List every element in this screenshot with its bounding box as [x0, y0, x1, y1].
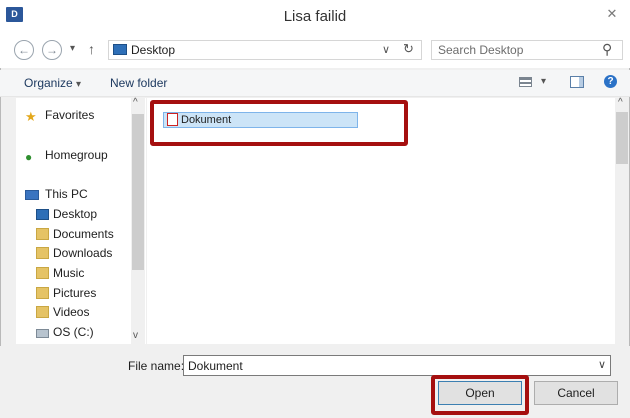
- up-button[interactable]: ↑: [88, 41, 95, 57]
- address-dropdown-button[interactable]: ∨: [382, 43, 390, 56]
- drive-icon: [36, 329, 49, 338]
- sidebar-item-label: Music: [53, 266, 85, 280]
- sidebar-item-label: Homegroup: [45, 148, 108, 162]
- highlight-box-open: [431, 375, 529, 415]
- sidebar-item-label: Downloads: [53, 246, 113, 260]
- sidebar-item-desktop[interactable]: Desktop: [36, 205, 97, 223]
- sidebar-item-label: Documents: [53, 227, 114, 241]
- sidebar-item-documents[interactable]: Documents: [36, 225, 114, 243]
- sidebar-item-homegroup[interactable]: ● Homegroup: [25, 146, 108, 164]
- sidebar-item-this-pc[interactable]: This PC: [25, 185, 88, 203]
- help-icon[interactable]: ?: [604, 75, 617, 88]
- navigation-pane-scroll-down[interactable]: v: [133, 330, 138, 341]
- videos-folder-icon: [36, 306, 49, 318]
- downloads-folder-icon: [36, 247, 49, 259]
- sidebar-item-os-drive[interactable]: OS (C:): [36, 323, 94, 341]
- documents-folder-icon: [36, 228, 49, 240]
- organize-caret-icon: ▾: [76, 79, 82, 90]
- sidebar-item-label: OS (C:): [53, 325, 94, 339]
- computer-icon: [25, 190, 39, 200]
- star-icon: ★: [25, 109, 37, 124]
- command-toolbar: [0, 70, 630, 97]
- file-name-field[interactable]: [183, 355, 611, 376]
- forward-button[interactable]: →: [42, 40, 62, 60]
- search-icon[interactable]: ⚲: [602, 41, 612, 58]
- sidebar-item-pictures[interactable]: Pictures: [36, 284, 96, 302]
- window-title: Lisa failid: [283, 8, 347, 25]
- file-name-value[interactable]: Dokument: [188, 359, 243, 373]
- view-options-icon[interactable]: [519, 77, 532, 87]
- sidebar-item-label: Videos: [53, 305, 90, 319]
- sidebar-item-label: Favorites: [45, 108, 95, 122]
- organize-button[interactable]: Organize ▾: [24, 76, 81, 90]
- file-name-label: File name:: [128, 359, 185, 373]
- file-name-dropdown-button[interactable]: ∨: [598, 358, 606, 371]
- back-button[interactable]: ←: [14, 40, 34, 60]
- desktop-icon: [113, 44, 127, 55]
- highlight-box-file: [150, 100, 408, 146]
- sidebar-item-label: Pictures: [53, 286, 97, 300]
- pictures-folder-icon: [36, 287, 49, 299]
- music-folder-icon: [36, 267, 49, 279]
- sidebar-item-favorites[interactable]: ★ Favorites: [25, 106, 94, 124]
- navigation-pane-scroll-thumb[interactable]: [132, 114, 144, 270]
- close-button[interactable]: ✕: [600, 4, 624, 24]
- sidebar-item-downloads[interactable]: Downloads: [36, 244, 112, 262]
- refresh-button[interactable]: ↻: [403, 41, 414, 57]
- preview-pane-icon[interactable]: [570, 76, 584, 88]
- homegroup-icon: ●: [25, 150, 33, 164]
- navigation-pane-scroll-up[interactable]: ^: [133, 97, 138, 108]
- new-folder-button[interactable]: New folder: [110, 76, 167, 90]
- file-list-scroll-thumb[interactable]: [616, 112, 628, 164]
- cancel-button[interactable]: Cancel: [534, 381, 618, 405]
- desktop-icon: [36, 209, 49, 220]
- sidebar-item-videos[interactable]: Videos: [36, 303, 89, 321]
- file-list-scroll-up[interactable]: ^: [618, 97, 623, 108]
- view-caret-icon[interactable]: ▾: [541, 76, 546, 87]
- sidebar-item-music[interactable]: Music: [36, 264, 84, 282]
- address-text: Desktop: [131, 43, 176, 57]
- search-input-placeholder[interactable]: Search Desktop: [438, 43, 523, 57]
- organize-label: Organize: [24, 76, 73, 90]
- sidebar-item-label: This PC: [45, 187, 88, 201]
- sidebar-item-label: Desktop: [53, 207, 98, 221]
- recent-locations-dropdown[interactable]: ▾: [70, 43, 75, 54]
